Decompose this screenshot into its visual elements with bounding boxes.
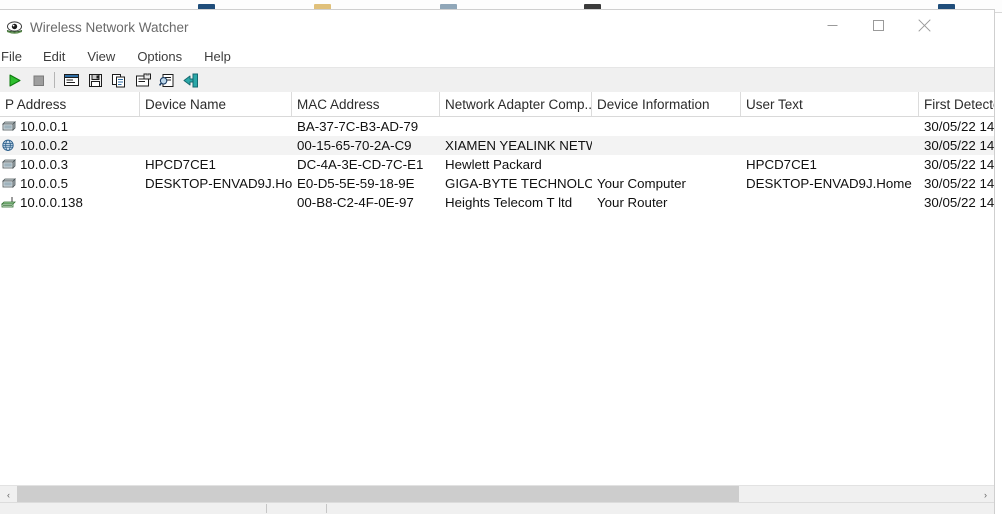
col-ip-address[interactable]: P Address — [0, 92, 140, 116]
cell-device-name: DESKTOP-ENVAD9J.Home — [145, 176, 292, 191]
toolbar — [0, 68, 994, 93]
cell-ip-address: 10.0.0.1 — [20, 119, 69, 134]
cell-mac-address: 00-B8-C2-4F-0E-97 — [297, 195, 414, 210]
scroll-right-arrow-icon[interactable]: › — [977, 486, 994, 503]
col-device-name-label: Device Name — [145, 96, 227, 112]
menu-help[interactable]: Help — [193, 48, 242, 66]
toolbar-separator — [54, 72, 55, 88]
cell-device-name — [140, 193, 292, 212]
close-button[interactable] — [901, 10, 947, 41]
save-button[interactable] — [83, 69, 107, 91]
title-bar[interactable]: Wireless Network Watcher — [0, 10, 994, 46]
cell-network-adapter — [440, 117, 592, 136]
cell-first-detected: 30/05/22 14:1 — [924, 195, 994, 210]
cell-ip-address: 10.0.0.2 — [20, 138, 69, 153]
exit-button[interactable] — [179, 69, 203, 91]
menu-edit[interactable]: Edit — [32, 48, 76, 66]
horizontal-scrollbar[interactable]: ‹ › — [0, 485, 994, 503]
cell-user-text: HPCD7CE1 — [746, 157, 817, 172]
cell-first-detected: 30/05/22 14:1 — [924, 119, 994, 134]
table-header: P Address Device Name MAC Address Networ… — [0, 92, 994, 117]
menu-file[interactable]: File — [0, 48, 32, 66]
eye-icon — [6, 21, 23, 35]
cell-device-name: HPCD7CE1 — [145, 157, 216, 172]
start-scan-button[interactable] — [2, 69, 26, 91]
cell-device-information: Your Computer — [597, 176, 686, 191]
col-first-detected[interactable]: First Detected — [919, 92, 994, 116]
cell-first-detected: 30/05/22 14:1 — [924, 138, 994, 153]
table-row[interactable]: 10.0.0.3 HPCD7CE1 DC-4A-3E-CD-7C-E1 Hewlett… — [0, 155, 994, 174]
scrollbar-track[interactable] — [17, 486, 977, 503]
table-row[interactable]: 10.0.0.138 00-B8-C2-4F-0E-97 Heights Telec… — [0, 193, 994, 212]
table-row[interactable]: 10.0.0.2 00-15-65-70-2A-C9 XIAMEN YEALINK … — [0, 136, 994, 155]
col-network-adapter[interactable]: Network Adapter Comp... — [440, 92, 592, 116]
window-title: Wireless Network Watcher — [30, 20, 189, 35]
col-first-detected-label: First Detected — [924, 96, 994, 112]
cell-mac-address: E0-D5-5E-59-18-9E — [297, 176, 415, 191]
status-divider — [266, 504, 267, 513]
properties-button[interactable] — [59, 69, 83, 91]
cell-device-information: Your Router — [597, 195, 668, 210]
cell-user-text: DESKTOP-ENVAD9J.Home — [746, 176, 912, 191]
cell-mac-address: BA-37-7C-B3-AD-79 — [297, 119, 419, 134]
maximize-button[interactable] — [855, 10, 901, 41]
cell-user-text — [741, 117, 919, 136]
cell-network-adapter: Hewlett Packard — [445, 157, 542, 172]
col-device-information[interactable]: Device Information — [592, 92, 741, 116]
copy-button[interactable] — [107, 69, 131, 91]
status-divider — [326, 504, 327, 513]
cell-device-name — [140, 136, 292, 155]
menu-view[interactable]: View — [76, 48, 126, 66]
scrollbar-thumb[interactable] — [17, 486, 739, 503]
status-bar — [0, 502, 994, 514]
cell-network-adapter: GIGA-BYTE TECHNOLO... — [445, 176, 592, 191]
menu-bar: File Edit View Options Help — [0, 46, 994, 68]
cell-mac-address: DC-4A-3E-CD-7C-E1 — [297, 157, 424, 172]
cell-first-detected: 30/05/22 14:1 — [924, 176, 994, 191]
cell-user-text — [741, 193, 919, 212]
cell-network-adapter: XIAMEN YEALINK NETW... — [445, 138, 592, 153]
table-row[interactable]: 10.0.0.5 DESKTOP-ENVAD9J.Home E0-D5-5E-59-… — [0, 174, 994, 193]
stop-scan-button[interactable] — [26, 69, 50, 91]
col-device-name[interactable]: Device Name — [140, 92, 292, 116]
col-user-text-label: User Text — [746, 96, 803, 112]
cell-device-information — [592, 155, 741, 174]
cell-network-adapter: Heights Telecom T ltd — [445, 195, 573, 210]
minimize-button[interactable] — [809, 10, 855, 41]
devices-list-view: P Address Device Name MAC Address Networ… — [0, 92, 994, 514]
find-button[interactable] — [155, 69, 179, 91]
col-network-adapter-label: Network Adapter Comp... — [445, 96, 591, 112]
col-device-information-label: Device Information — [597, 96, 710, 112]
cell-device-name — [140, 117, 292, 136]
cell-ip-address: 10.0.0.3 — [20, 157, 69, 172]
cell-mac-address: 00-15-65-70-2A-C9 — [297, 138, 412, 153]
col-mac-address[interactable]: MAC Address — [292, 92, 440, 116]
cell-device-information — [592, 136, 741, 155]
col-ip-address-label: P Address — [5, 96, 67, 112]
cell-first-detected: 30/05/22 14:1 — [924, 157, 994, 172]
scroll-left-arrow-icon[interactable]: ‹ — [0, 486, 17, 503]
cell-device-information — [592, 117, 741, 136]
col-mac-address-label: MAC Address — [297, 96, 380, 112]
cell-ip-address: 10.0.0.138 — [20, 195, 83, 210]
html-report-button[interactable] — [131, 69, 155, 91]
menu-options[interactable]: Options — [126, 48, 193, 66]
cell-ip-address: 10.0.0.5 — [20, 176, 69, 191]
cell-user-text — [741, 136, 919, 155]
col-user-text[interactable]: User Text — [741, 92, 919, 116]
table-row[interactable]: 10.0.0.1 BA-37-7C-B3-AD-79 30/05/22 14:1 — [0, 117, 994, 136]
table-body: 10.0.0.1BA-37-7C-B3-AD-7930/05/22 14:110… — [0, 117, 994, 212]
wireless-network-watcher-window: Wireless Network Watcher File Edit View … — [0, 9, 995, 514]
